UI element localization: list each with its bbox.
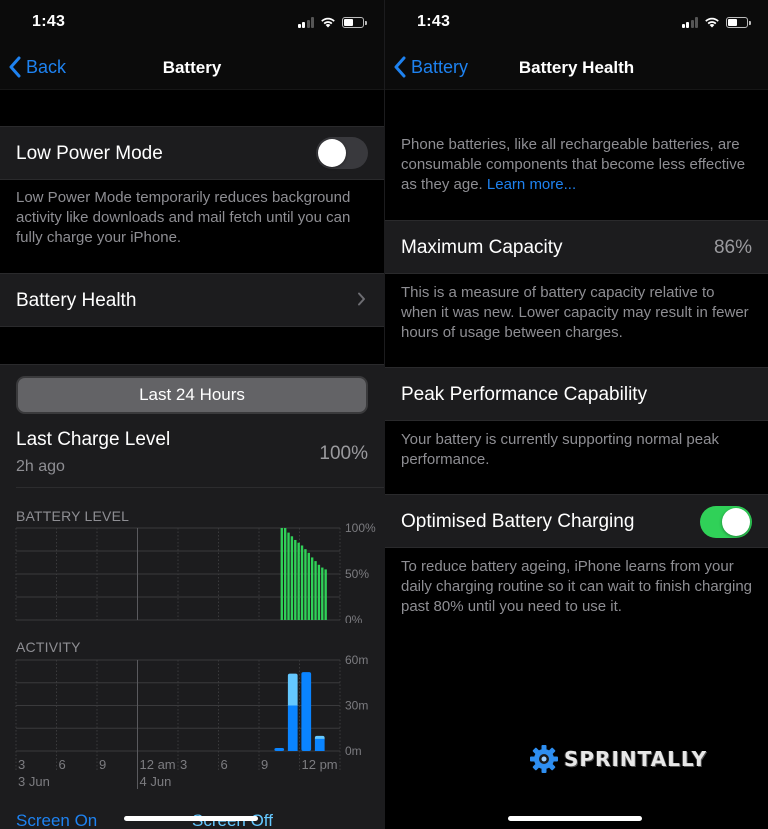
battery-health-screen: 1:43 Battery Battery Health Phone batter…	[385, 0, 768, 829]
battery-level-bar	[297, 542, 300, 620]
x-tick-label: 3	[180, 757, 187, 772]
battery-level-bar	[287, 532, 290, 620]
activity-chart-title: ACTIVITY	[16, 639, 81, 655]
maximum-capacity-footnote: This is a measure of battery capacity re…	[401, 284, 749, 341]
date-label: 4 Jun	[140, 774, 172, 789]
divider	[16, 487, 384, 488]
battery-health-label: Battery Health	[16, 290, 137, 311]
battery-level-bar	[280, 528, 283, 620]
date-label: 3 Jun	[18, 774, 50, 789]
y-tick-label: 0m	[345, 744, 362, 758]
activity-chart: 60m 30m 0m 3 6 9 12 am 3 6 9 12 pm 3 Jun 4 Jun	[15, 655, 368, 789]
battery-level-bar	[294, 539, 297, 620]
watermark-text: SPRINTALLY	[564, 747, 708, 771]
low-power-mode-label: Low Power Mode	[16, 143, 163, 164]
activity-bar-screen-on	[274, 747, 285, 751]
battery-level-bar	[300, 545, 304, 620]
watermark: SPRINTALLY	[530, 745, 707, 773]
optimised-charging-footnote: To reduce battery ageing, iPhone learns …	[401, 558, 753, 615]
maximum-capacity-value: 86%	[713, 237, 752, 258]
chevron-left-icon	[394, 56, 406, 78]
x-tick-label: 12 am	[140, 757, 176, 772]
maximum-capacity-row: Maximum Capacity 86%	[385, 220, 768, 274]
last-charge-value: 100%	[319, 443, 368, 464]
battery-status-icon	[726, 16, 751, 28]
y-tick-label: 60m	[345, 655, 368, 667]
optimised-charging-label: Optimised Battery Charging	[401, 511, 635, 532]
chevron-right-icon	[358, 292, 365, 306]
cellular-signal-icon	[297, 16, 314, 28]
wifi-icon	[321, 17, 335, 28]
x-tick-label: 6	[59, 757, 66, 772]
home-indicator[interactable]	[508, 816, 642, 821]
status-bar: 1:43	[0, 0, 384, 46]
activity-bar-screen-on	[301, 672, 312, 751]
nav-bar: Battery Battery Health	[385, 46, 768, 90]
maximum-capacity-label: Maximum Capacity	[401, 237, 563, 258]
battery-level-bar	[283, 528, 287, 620]
battery-level-chart-title: BATTERY LEVEL	[16, 508, 130, 524]
chevron-left-icon	[9, 56, 21, 78]
peak-performance-footnote: Your battery is currently supporting nor…	[401, 431, 719, 468]
battery-screen: 1:43 Back Battery Low Power Mode Low Pow…	[0, 0, 384, 829]
gear-logo-icon	[530, 745, 558, 773]
home-indicator[interactable]	[124, 816, 258, 821]
status-bar: 1:43	[385, 0, 768, 46]
battery-level-bar	[307, 552, 310, 620]
status-time: 1:43	[32, 13, 66, 30]
battery-level-bar	[321, 567, 324, 620]
segment-last-24-hours[interactable]: Last 24 Hours	[18, 378, 366, 412]
low-power-mode-toggle[interactable]	[316, 137, 368, 169]
battery-level-bar	[317, 564, 321, 620]
wifi-icon	[705, 17, 719, 28]
y-tick-label: 0%	[345, 613, 363, 623]
intro-text: Phone batteries, like all rechargeable b…	[401, 135, 754, 195]
battery-level-chart: 100% 50% 0%	[15, 523, 376, 623]
last-charge-level-label: Last Charge Level	[16, 429, 171, 450]
back-button[interactable]: Back	[8, 56, 66, 78]
battery-level-bar	[304, 549, 307, 620]
cellular-signal-icon	[681, 16, 698, 28]
activity-bar-screen-off	[287, 673, 298, 708]
peak-performance-row: Peak Performance Capability	[385, 367, 768, 421]
x-tick-label: 6	[221, 757, 228, 772]
y-tick-label: 30m	[345, 699, 368, 713]
optimised-charging-row: Optimised Battery Charging	[385, 494, 768, 548]
battery-health-row[interactable]: Battery Health	[0, 273, 384, 327]
time-range-segmented-control[interactable]: Last 24 Hours	[16, 376, 368, 414]
battery-usage-section: Last 24 Hours Last Charge Level 2h ago 1…	[0, 364, 384, 829]
activity-bar-screen-on	[287, 705, 298, 751]
back-button[interactable]: Battery	[393, 56, 468, 78]
x-tick-label: 3	[18, 757, 25, 772]
peak-performance-label: Peak Performance Capability	[401, 384, 648, 405]
activity-bar-screen-on	[314, 738, 325, 751]
x-tick-label: 9	[261, 757, 268, 772]
low-power-mode-footnote: Low Power Mode temporarily reduces backg…	[16, 189, 351, 246]
nav-bar: Back Battery	[0, 46, 384, 90]
back-label: Back	[26, 56, 67, 77]
legend-screen-on[interactable]: Screen On	[16, 811, 97, 829]
y-tick-label: 50%	[345, 567, 369, 581]
optimised-charging-toggle[interactable]	[700, 506, 752, 538]
last-charge-time: 2h ago	[16, 458, 65, 475]
back-label: Battery	[411, 56, 469, 77]
x-tick-label: 9	[99, 757, 106, 772]
battery-status-icon	[342, 16, 367, 28]
learn-more-link[interactable]: Learn more...	[487, 176, 576, 193]
battery-level-bar	[314, 561, 317, 620]
low-power-mode-row: Low Power Mode	[0, 126, 384, 180]
x-tick-label: 12 pm	[302, 757, 338, 772]
y-tick-label: 100%	[345, 523, 376, 535]
battery-level-bar	[310, 557, 314, 620]
status-time: 1:43	[417, 13, 451, 30]
battery-level-bar	[290, 536, 294, 620]
battery-level-bar	[324, 569, 327, 620]
